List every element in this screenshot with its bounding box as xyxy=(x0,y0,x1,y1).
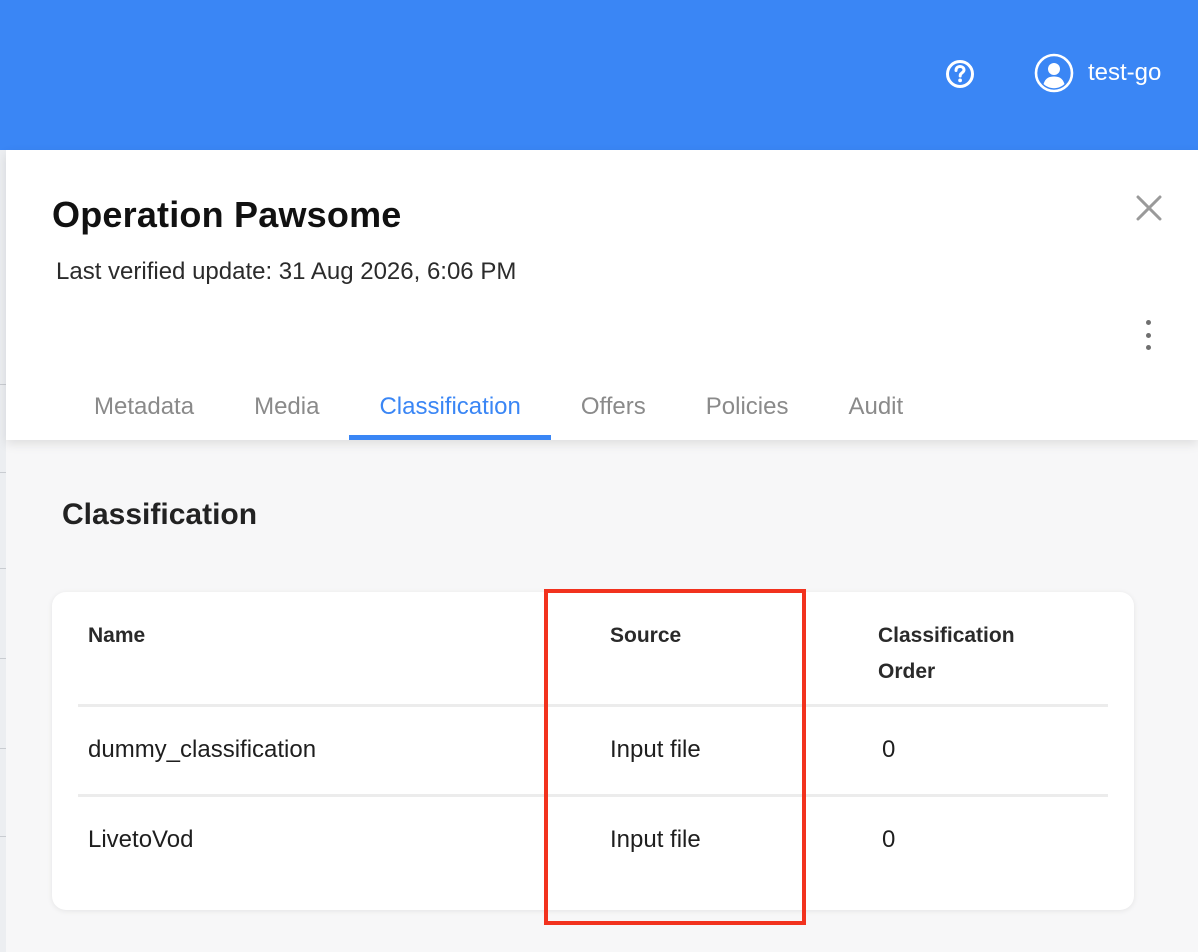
more-vertical-icon xyxy=(1145,320,1151,325)
close-icon xyxy=(1136,195,1162,221)
column-header-source: Source xyxy=(610,624,682,647)
cell-source: Input file xyxy=(610,736,701,763)
column-header-name: Name xyxy=(88,624,146,647)
username-label: test-go xyxy=(1088,59,1162,86)
tab-bar: Metadata Media Classification Offers Pol… xyxy=(64,374,933,440)
section-title: Classification xyxy=(62,498,258,531)
more-options-button[interactable] xyxy=(1136,318,1160,352)
column-header-order-line2: Order xyxy=(878,660,936,683)
last-update-text: Last verified update: 31 Aug 2026, 6:06 … xyxy=(56,258,517,285)
panel-header: Operation Pawsome Last verified update: … xyxy=(6,150,1198,440)
column-header-order-line1: Classification xyxy=(878,624,1015,647)
tab-media[interactable]: Media xyxy=(224,374,349,440)
tab-offers[interactable]: Offers xyxy=(551,374,676,440)
close-button[interactable] xyxy=(1133,192,1165,224)
header-divider xyxy=(78,704,1108,707)
cell-order: 0 xyxy=(882,826,896,853)
user-avatar-icon xyxy=(1034,53,1074,93)
detail-panel: Operation Pawsome Last verified update: … xyxy=(6,150,1198,952)
cell-name: dummy_classification xyxy=(88,736,317,763)
tab-policies[interactable]: Policies xyxy=(676,374,819,440)
tab-audit[interactable]: Audit xyxy=(818,374,933,440)
classification-table: Name Source Classification Order dummy_c… xyxy=(52,592,1134,910)
tab-metadata[interactable]: Metadata xyxy=(64,374,224,440)
cell-order: 0 xyxy=(882,736,896,763)
top-bar: test-go xyxy=(0,0,1198,150)
tab-classification[interactable]: Classification xyxy=(349,374,551,440)
cell-source: Input file xyxy=(610,826,701,853)
help-circle-icon xyxy=(946,60,974,88)
cell-name: LivetoVod xyxy=(88,826,194,853)
page-title: Operation Pawsome xyxy=(52,194,402,235)
help-button[interactable] xyxy=(944,58,976,90)
more-vertical-icon xyxy=(1145,345,1151,350)
user-menu-button[interactable]: test-go xyxy=(1034,52,1161,94)
row-divider xyxy=(78,794,1108,797)
more-vertical-icon xyxy=(1145,332,1151,338)
